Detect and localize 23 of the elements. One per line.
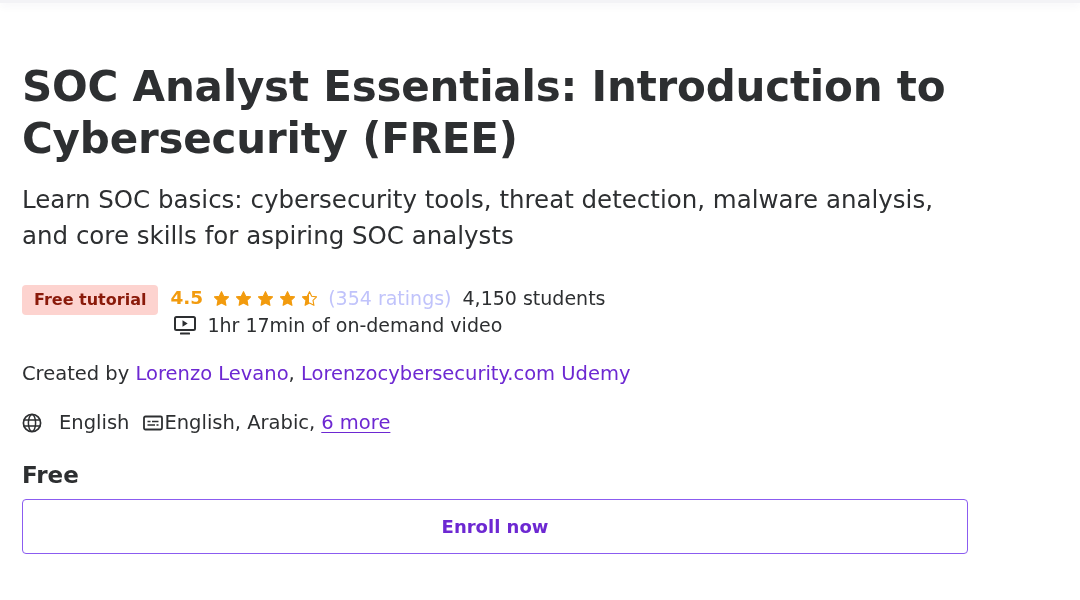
ratings-count: (354 ratings) — [328, 287, 452, 309]
course-title: SOC Analyst Essentials: Introduction to Cybersecurity (FREE) — [22, 61, 947, 165]
video-icon — [174, 315, 197, 335]
star-icon — [302, 290, 318, 306]
star-icon — [236, 290, 252, 306]
course-subtitle: Learn SOC basics: cybersecurity tools, threat detection, malware analysis, and core skills for aspiring SOC analysts — [22, 184, 934, 252]
created-by-text: Created by Lorenzo Levano, Lorenzocybersecurity.com Udemy — [22, 362, 632, 386]
video-duration: 1hr 17min of on-demand video — [207, 314, 503, 336]
star-icon — [214, 290, 230, 306]
globe-icon — [22, 413, 42, 433]
rating-value: 4.5 — [170, 287, 204, 309]
enroll-now-button[interactable]: Enroll now — [22, 499, 968, 554]
star-icon — [280, 290, 296, 306]
free-tutorial-badge: Free tutorial — [22, 285, 159, 315]
instructor-link[interactable]: Lorenzo Levano — [135, 362, 289, 385]
caption-languages: English, Arabic, — [164, 411, 316, 435]
more-languages-link[interactable]: 6 more — [321, 411, 391, 435]
instructor-link[interactable]: Lorenzocybersecurity.com Udemy — [300, 362, 631, 385]
course-price: Free — [22, 461, 80, 489]
audio-language: English — [59, 411, 130, 435]
captions-icon — [143, 415, 164, 431]
star-icon — [258, 290, 274, 306]
students-count: 4,150 students — [462, 287, 606, 309]
